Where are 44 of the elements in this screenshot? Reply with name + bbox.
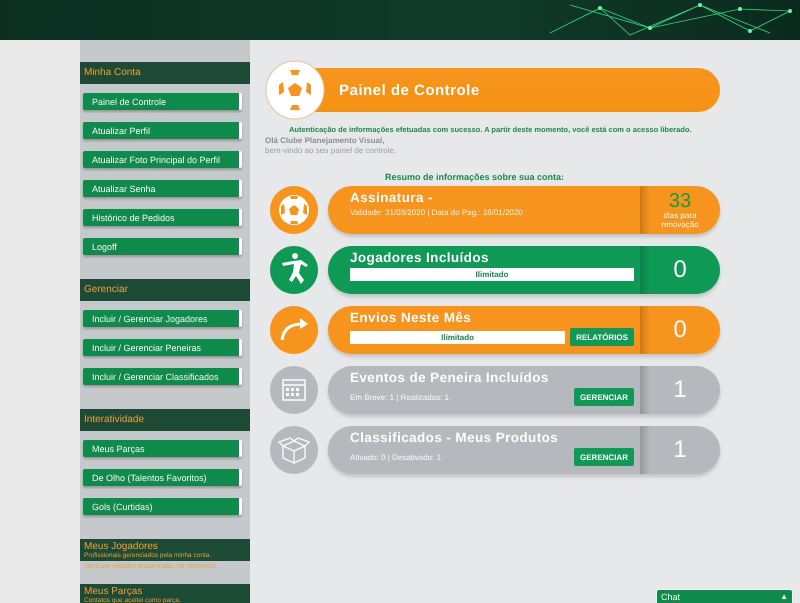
menu-button[interactable]: Histórico de Pedidos [83,209,242,226]
card-title: Assinatura - [350,190,434,205]
count-value: 1 [673,436,687,464]
count-value: 33 [668,191,692,211]
page-title: Painel de Controle [339,82,480,98]
menu-button[interactable]: Gols (Curtidas) [83,498,242,515]
card-button[interactable]: GERENCIAR [574,388,634,406]
card-title: Eventos de Peneira Incluídos [350,370,550,385]
menu-button[interactable]: De Olho (Talentos Favoritos) [83,469,242,486]
card-title: Classificados - Meus Produtos [350,430,560,445]
menu-button[interactable]: Atualizar Foto Principal do Perfil [83,151,242,168]
count-value: 0 [673,256,687,284]
panel-title: Meus Parças [84,586,144,597]
card-info: Ativado: 0 | Desativado: 1 [350,452,442,462]
greeting-text: Olá Clube Planejamento Visual, [265,136,386,145]
menu-button[interactable]: Atualizar Perfil [83,122,242,139]
menu-button[interactable]: Logoff [83,238,242,255]
count-note: dias para renovação [660,211,700,229]
menu-button[interactable]: Atualizar Senha [83,180,242,197]
section-heading: Interatividade [80,409,250,431]
menu-button[interactable]: Painel de Controle [83,93,242,110]
chat-label: Chat [661,592,680,602]
card-button[interactable]: RELATÓRIOS [570,328,634,346]
count-value: 1 [673,376,687,404]
chat-bar[interactable]: Chat ▲ [656,589,793,603]
card-title: Jogadores Incluídos [350,250,490,265]
expand-toggle[interactable]: ▲ [780,592,788,601]
card-button[interactable]: GERENCIAR [574,448,634,466]
card-info: Em Breve: 1 | Realizadas: 1 [350,392,450,402]
menu-button[interactable]: Incluir / Gerenciar Peneiras [83,339,242,356]
limit-bar: Ilimitado [350,268,634,281]
menu-button[interactable]: Incluir / Gerenciar Classificados [83,368,242,385]
section-heading: Gerenciar [80,279,250,301]
menu-button[interactable]: Meus Parças [83,440,242,457]
count-value: 0 [673,316,687,344]
soccer-ball-icon [265,60,325,120]
summary-heading: Resumo de informações sobre sua conta: [385,172,566,182]
card-info: Validade: 31/03/2020 | Data do Pag.: 18/01/2020 [350,208,524,217]
card-title: Envios Neste Mês [350,310,472,325]
section-heading: Minha Conta [80,62,250,84]
welcome-text: bem-vindo ao seu painel de controle. [265,146,398,155]
panel-title: Meus Jogadores [84,541,159,552]
limit-bar: Ilimitado [350,330,566,344]
menu-button[interactable]: Incluir / Gerenciar Jogadores [83,310,242,327]
